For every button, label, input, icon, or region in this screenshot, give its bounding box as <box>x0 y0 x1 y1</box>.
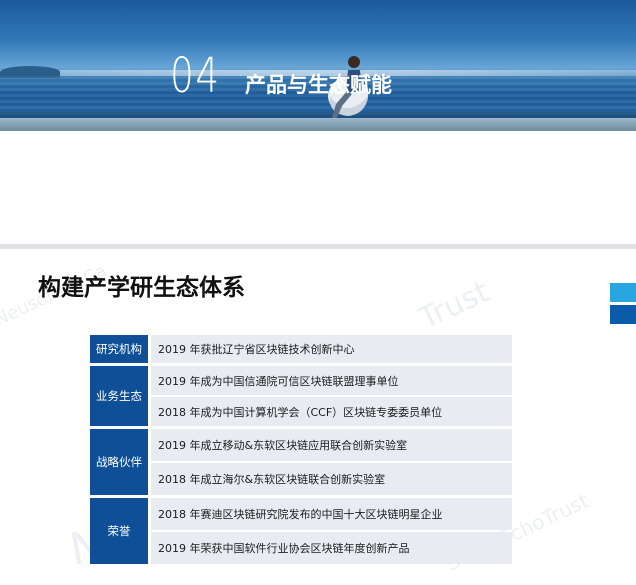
table-group-honors: 荣誉 2018 年赛迪区块链研究院发布的中国十大区块链明星企业 2019 年荣获… <box>90 498 512 564</box>
table-row: 2019 年获批辽宁省区块链技术创新中心 <box>151 335 512 363</box>
table-row: 2019 年荣获中国软件行业协会区块链年度创新产品 <box>151 532 512 564</box>
slide-title: 构建产学研生态体系 <box>38 275 245 301</box>
section-number: 04 <box>170 48 221 104</box>
ecosystem-table: 研究机构 2019 年获批辽宁省区块链技术创新中心 业务生态 2019 年成为中… <box>90 335 512 567</box>
table-group-research: 研究机构 2019 年获批辽宁省区块链技术创新中心 <box>90 335 512 363</box>
table-row: 2018 年成立海尔&东软区块链联合创新实验室 <box>151 463 512 495</box>
header-banner: 04 产品与生态赋能 <box>0 0 636 131</box>
category-cell: 荣誉 <box>90 498 148 564</box>
side-tab-group <box>610 283 636 327</box>
category-cell: 业务生态 <box>90 366 148 426</box>
side-tab-dark[interactable] <box>610 305 636 324</box>
table-row: 2018 年赛迪区块链研究院发布的中国十大区块链明星企业 <box>151 498 512 530</box>
watermark: Trust <box>414 274 495 337</box>
section-divider <box>0 244 636 249</box>
table-row: 2018 年成为中国计算机学会（CCF）区块链专委委员单位 <box>151 397 512 426</box>
section-title: 产品与生态赋能 <box>245 73 392 97</box>
table-group-business: 业务生态 2019 年成为中国信通院可信区块链联盟理事单位 2018 年成为中国… <box>90 366 512 426</box>
table-group-partners: 战略伙伴 2019 年成立移动&东软区块链应用联合创新实验室 2018 年成立海… <box>90 429 512 495</box>
category-cell: 研究机构 <box>90 335 148 363</box>
category-cell: 战略伙伴 <box>90 429 148 495</box>
table-row: 2019 年成立移动&东软区块链应用联合创新实验室 <box>151 429 512 461</box>
table-row: 2019 年成为中国信通院可信区块链联盟理事单位 <box>151 366 512 395</box>
side-tab-light[interactable] <box>610 283 636 302</box>
